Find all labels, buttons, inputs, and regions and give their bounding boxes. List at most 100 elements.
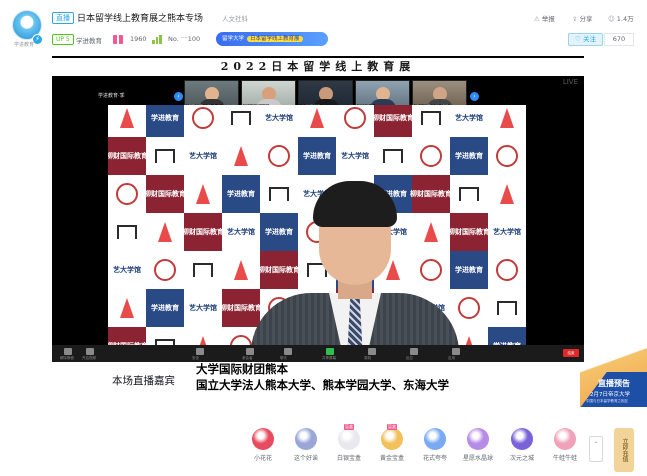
end-meeting-button[interactable]: 结束	[563, 349, 579, 357]
meeting-control-label: 共享屏幕	[322, 356, 336, 360]
gift-label: 这个好诶	[293, 455, 318, 462]
user-icon: ☺	[608, 15, 615, 23]
gift-icon	[424, 428, 446, 450]
gate-logo-icon	[184, 251, 222, 289]
meeting-control-icon[interactable]	[326, 348, 334, 355]
preview-small-text: 中国与日本留学教育之相互	[586, 399, 628, 403]
show-title-banner: 2022日本留学线上教育展	[52, 58, 584, 76]
gate-logo-icon	[412, 105, 450, 137]
meeting-control-icon[interactable]	[410, 348, 418, 355]
gift-label: 黄金宝盒	[379, 455, 404, 462]
gate-logo-icon	[146, 137, 184, 175]
stream-category-link[interactable]: 人文社科	[222, 13, 248, 23]
gate-logo-icon	[108, 213, 146, 251]
gift-count: 1960	[130, 35, 147, 43]
sail-logo-icon	[108, 289, 146, 327]
gift-item[interactable]: 这个好诶	[289, 428, 323, 462]
chevron-right-icon[interactable]: ›	[470, 92, 479, 101]
follow-label: 关注	[582, 35, 596, 43]
gift-icon	[511, 428, 533, 450]
guest-label: 本场直播嘉宾	[112, 375, 175, 387]
meeting-control-icon[interactable]	[246, 348, 254, 355]
sail-logo-icon	[108, 105, 146, 137]
sponsor-logo-text: 柳财国际教育	[108, 137, 148, 175]
presenter	[243, 175, 493, 345]
sponsor-logo-text: 艺大学馆	[260, 105, 298, 137]
sail-logo-icon	[488, 105, 526, 137]
guest-name-line2: 国立大学法人熊本大学、熊本学园大学、东海大学	[196, 378, 449, 392]
meeting-control-icon[interactable]	[284, 348, 292, 355]
share-button[interactable]: ⇪ 分享	[572, 13, 592, 23]
level-badge: UP 5	[52, 34, 74, 45]
seal-logo-icon	[488, 137, 526, 175]
gate-logo-icon	[146, 327, 184, 345]
live-watermark: LIVE	[562, 78, 578, 86]
gift-label: 白银宝盒	[336, 455, 361, 462]
gift-icon	[467, 428, 489, 450]
recharge-button[interactable]: 立即充值	[614, 428, 634, 472]
sponsor-logo-text: 艺大学馆	[108, 251, 146, 289]
gift-item[interactable]: 星愿水晶球	[461, 428, 495, 462]
stream-title: 日本留学线上教育展之熊本专场	[77, 14, 204, 24]
meeting-control-icon[interactable]	[86, 348, 94, 355]
sail-logo-icon	[184, 175, 222, 213]
room-header: ⚡ 学进教育 直播 日本留学线上教育展之熊本专场 人文社科 UP 5 学进教育 …	[0, 0, 647, 56]
report-button[interactable]: ⚠ 举报	[534, 13, 555, 23]
sail-logo-icon	[146, 213, 184, 251]
gift-item[interactable]: 盲盒 黄金宝盒	[375, 424, 409, 462]
meeting-control-label: 解除静音	[60, 356, 74, 360]
gift-item[interactable]: 牛蛙牛蛙	[548, 428, 582, 462]
seal-logo-icon	[488, 251, 526, 289]
follow-button[interactable]: ♡ 关注	[568, 33, 603, 46]
preview-title: 直播预告	[598, 379, 630, 388]
rank-text[interactable]: No. ⁻⁻100	[168, 35, 200, 43]
gift-icon	[338, 428, 360, 450]
live-status-tag: 直播	[52, 12, 74, 24]
meeting-control-label: 反应	[406, 356, 413, 360]
popularity-count: 1.4万	[616, 15, 634, 23]
sponsor-logo-text: 学进教育	[488, 327, 526, 345]
gift-bar: 小花花 这个好诶 盲盒 白银宝盒 盲盒 黄金宝盒 花式夸夸 星愿水晶球 次元之城 牛蛙牛蛙	[0, 422, 647, 476]
rank-chart-icon	[152, 35, 162, 44]
gate-logo-icon	[488, 289, 526, 327]
sponsor-logo-text: 学进教育	[450, 137, 488, 175]
sail-logo-icon	[222, 137, 260, 175]
chevron-up-icon: ⌃	[593, 441, 599, 448]
video-player[interactable]: 2022日本留学线上教育展 LIVE ‹ 福冈学园大学_东京 熊本学园大学 大学…	[52, 56, 584, 362]
meeting-control-icon[interactable]	[452, 348, 460, 355]
gift-label: 次元之城	[509, 455, 534, 462]
meeting-control-icon[interactable]	[368, 348, 376, 355]
gift-item[interactable]: 次元之城	[505, 428, 539, 462]
presenter-name-tag: 学进教育·季	[98, 93, 125, 99]
gift-tag: 盲盒	[387, 424, 397, 430]
meeting-control-label: 应用	[448, 356, 455, 360]
sponsor-logo-text: 艺大学馆	[450, 105, 488, 137]
sponsor-logo-text: 学进教育	[146, 105, 184, 137]
meeting-controls: 解除静音 开启视频 安全 参会者 聊天 共享屏幕 录制 反应 应用	[52, 345, 584, 362]
avatar-caption: 学进教育	[14, 42, 35, 48]
sail-logo-icon	[488, 175, 526, 213]
gate-logo-icon	[374, 137, 412, 175]
live-preview-card[interactable]: 直播预告 2月7日帝京大学 中国与日本留学教育之相互	[580, 340, 647, 407]
gift-item[interactable]: 花式夸夸	[418, 428, 452, 462]
gate-logo-icon	[222, 105, 260, 137]
meeting-control-icon[interactable]	[64, 348, 72, 355]
seal-logo-icon	[260, 137, 298, 175]
seal-logo-icon	[412, 137, 450, 175]
chevron-left-icon[interactable]: ‹	[174, 92, 183, 101]
promo-text: 留学大学	[222, 36, 245, 42]
meeting-control-icon[interactable]	[196, 348, 204, 355]
sponsor-logo-text: 学进教育	[298, 137, 336, 175]
gift-label: 花式夸夸	[422, 455, 447, 462]
gift-item[interactable]: 小花花	[246, 428, 280, 462]
gift-item[interactable]: 盲盒 白银宝盒	[332, 424, 366, 462]
main-video-feed: 学进教育 艺大学馆 柳财国际教育 艺大学馆 柳财国际教育 艺大学馆 学进教育 艺大学馆 学进教育…	[108, 105, 526, 345]
meeting-control-label: 开启视频	[82, 356, 96, 360]
sponsor-logo-text: 艺大学馆	[488, 213, 526, 251]
seal-logo-icon	[336, 105, 374, 137]
alert-icon: ⚠	[534, 15, 540, 23]
streamer-name[interactable]: 学进教育	[76, 35, 102, 45]
promo-banner[interactable]: 留学大学 日本留学线上教育展	[216, 32, 328, 46]
gift-bag-button[interactable]: ⌃	[589, 436, 603, 462]
sail-logo-icon	[298, 105, 336, 137]
